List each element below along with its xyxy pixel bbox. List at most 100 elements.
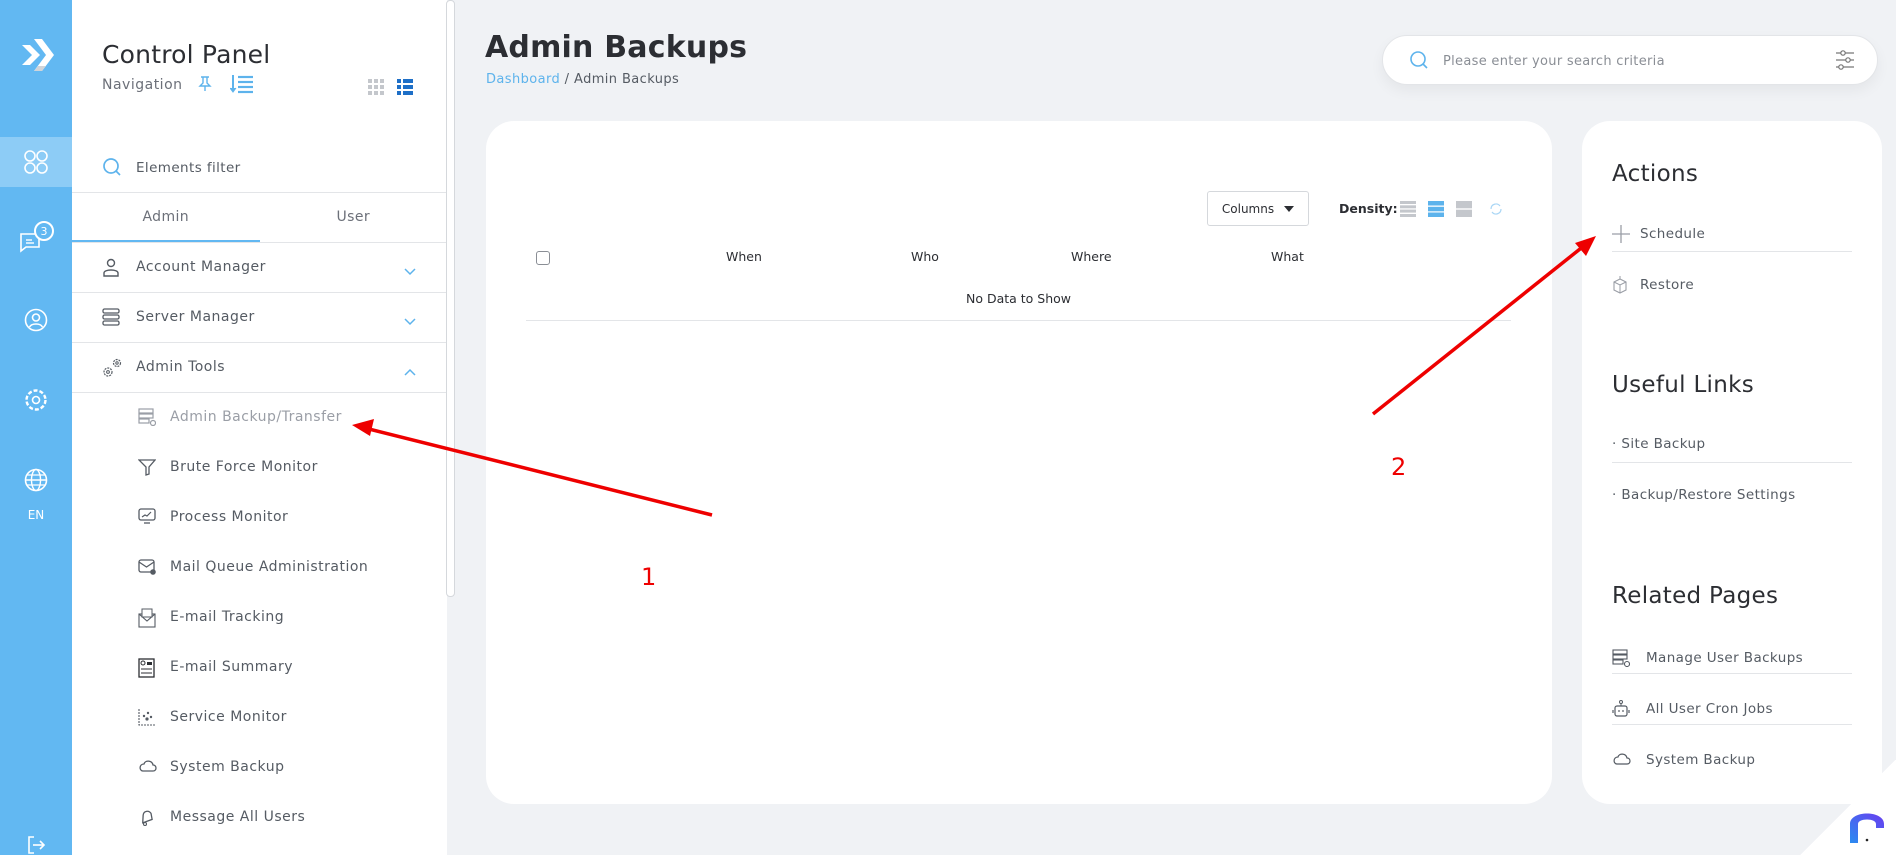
- language-label[interactable]: EN: [0, 508, 72, 522]
- brand-logo[interactable]: [1848, 806, 1886, 848]
- related-manage-user-backups[interactable]: Manage User Backups: [1612, 634, 1852, 684]
- nav-item-email-summary[interactable]: E-mail Summary: [72, 643, 447, 693]
- menu-group-account-manager[interactable]: Account Manager: [72, 243, 447, 293]
- sort-list-icon[interactable]: [229, 74, 254, 98]
- chevron-up-icon: [404, 361, 416, 380]
- nav-item-label: E-mail Tracking: [170, 609, 285, 625]
- mail-queue-icon: [138, 558, 156, 580]
- nav-item-brute-force-monitor[interactable]: Brute Force Monitor: [72, 443, 447, 493]
- nav-item-label: Mail Queue Administration: [170, 559, 369, 575]
- grid-view-toggle[interactable]: [368, 79, 384, 99]
- menu-group-admin-tools[interactable]: Admin Tools: [72, 343, 447, 393]
- menu-group-label: Account Manager: [136, 259, 266, 275]
- nav-scrollbar[interactable]: [446, 0, 455, 597]
- related-label: System Backup: [1646, 752, 1756, 768]
- elements-filter-input[interactable]: [136, 155, 416, 181]
- nav-item-message-all-users[interactable]: Message All Users: [72, 793, 447, 843]
- related-all-user-cron-jobs[interactable]: All User Cron Jobs: [1612, 685, 1852, 735]
- nav-item-system-backup[interactable]: System Backup: [72, 743, 447, 793]
- app-logo[interactable]: [0, 25, 72, 85]
- action-label: Restore: [1640, 277, 1695, 293]
- brand-logo-icon: [1850, 813, 1884, 843]
- columns-button-label: Columns: [1221, 201, 1275, 216]
- monitor-chart-icon: [138, 508, 156, 530]
- navigation-label: Navigation: [102, 77, 183, 93]
- nav-item-label: Message All Users: [170, 809, 306, 825]
- tab-user[interactable]: User: [260, 193, 448, 242]
- breadcrumb: Dashboard / Admin Backups: [486, 72, 679, 87]
- nav-item-label: Admin Backup/Transfer: [170, 409, 342, 425]
- nav-item-admin-backup-transfer[interactable]: Admin Backup/Transfer: [72, 393, 447, 443]
- page-title: Admin Backups: [485, 30, 748, 65]
- gear-icon: [25, 389, 47, 411]
- breadcrumb-dashboard-link[interactable]: Dashboard: [486, 72, 560, 87]
- breadcrumb-separator: /: [560, 72, 574, 87]
- link-backup-restore-settings[interactable]: · Backup/Restore Settings: [1612, 471, 1852, 521]
- actions-title: Actions: [1612, 161, 1699, 187]
- side-panel: Actions Schedule Restore Useful Links · …: [1582, 121, 1882, 804]
- search-options-icon[interactable]: [1835, 50, 1855, 74]
- divider: [1612, 724, 1852, 725]
- action-restore[interactable]: Restore: [1612, 261, 1852, 311]
- mail-tracking-icon: [138, 608, 156, 632]
- link-label: · Site Backup: [1612, 436, 1706, 452]
- chevron-down-icon: [404, 261, 416, 280]
- column-header-where[interactable]: Where: [1071, 249, 1112, 264]
- density-standard-button[interactable]: [1428, 201, 1444, 221]
- apps-icon: [24, 150, 48, 174]
- rail-item-settings[interactable]: [0, 375, 72, 425]
- control-panel-title: Control Panel: [102, 40, 271, 69]
- box-icon: [1612, 276, 1628, 298]
- columns-button[interactable]: Columns: [1207, 191, 1309, 226]
- rail-item-language[interactable]: [0, 455, 72, 505]
- action-label: Schedule: [1640, 226, 1706, 242]
- nav-item-mail-queue-administration[interactable]: Mail Queue Administration: [72, 543, 447, 593]
- gears-icon: [102, 358, 124, 382]
- annotation-label-1: 1: [641, 563, 657, 591]
- column-header-what[interactable]: What: [1271, 249, 1304, 264]
- rail-item-account[interactable]: [0, 295, 72, 345]
- search-icon: [102, 157, 122, 181]
- logout-icon: [28, 836, 46, 854]
- backup-server-icon: [138, 408, 157, 430]
- messages-badge: 3: [34, 221, 54, 241]
- cloud-icon: [138, 758, 158, 778]
- elements-filter: [72, 145, 447, 193]
- rail-item-dashboard[interactable]: [0, 137, 72, 187]
- menu-group-label: Admin Tools: [136, 359, 226, 375]
- scatter-chart-icon: [138, 708, 156, 730]
- nav-tabs: Admin User: [72, 193, 447, 243]
- tab-admin[interactable]: Admin: [72, 193, 260, 242]
- search-icon: [1409, 50, 1429, 74]
- navigation-panel: Control Panel Navigation Elements filter…: [72, 0, 447, 855]
- nav-item-process-monitor[interactable]: Process Monitor: [72, 493, 447, 543]
- rail-item-messages[interactable]: 3: [0, 213, 72, 263]
- pin-icon[interactable]: [198, 76, 212, 96]
- menu-group-label: Server Manager: [136, 309, 255, 325]
- caret-down-icon: [1284, 205, 1295, 212]
- action-schedule[interactable]: Schedule: [1612, 210, 1852, 260]
- refresh-icon[interactable]: [1489, 201, 1503, 220]
- column-header-when[interactable]: When: [726, 249, 762, 264]
- user-icon: [102, 258, 120, 282]
- related-label: All User Cron Jobs: [1646, 701, 1773, 717]
- logout-button[interactable]: [0, 830, 72, 855]
- nav-item-service-monitor[interactable]: Service Monitor: [72, 693, 447, 743]
- useful-links-title: Useful Links: [1612, 372, 1755, 398]
- nav-item-email-tracking[interactable]: E-mail Tracking: [72, 593, 447, 643]
- bell-icon: [138, 808, 156, 830]
- mail-summary-icon: [138, 658, 156, 682]
- list-view-toggle[interactable]: [397, 79, 413, 99]
- density-comfortable-button[interactable]: [1456, 201, 1472, 221]
- nav-item-label: Service Monitor: [170, 709, 287, 725]
- chevron-down-icon: [404, 311, 416, 330]
- cloud-icon: [1612, 751, 1632, 771]
- select-all-checkbox[interactable]: [536, 251, 550, 265]
- density-compact-button[interactable]: [1400, 201, 1416, 221]
- annotation-label-2: 2: [1391, 453, 1407, 481]
- search-input[interactable]: [1443, 48, 1803, 74]
- user-circle-icon: [24, 308, 48, 332]
- column-header-who[interactable]: Who: [911, 249, 939, 264]
- table-header: When Who Where What: [526, 245, 1511, 275]
- menu-group-server-manager[interactable]: Server Manager: [72, 293, 447, 343]
